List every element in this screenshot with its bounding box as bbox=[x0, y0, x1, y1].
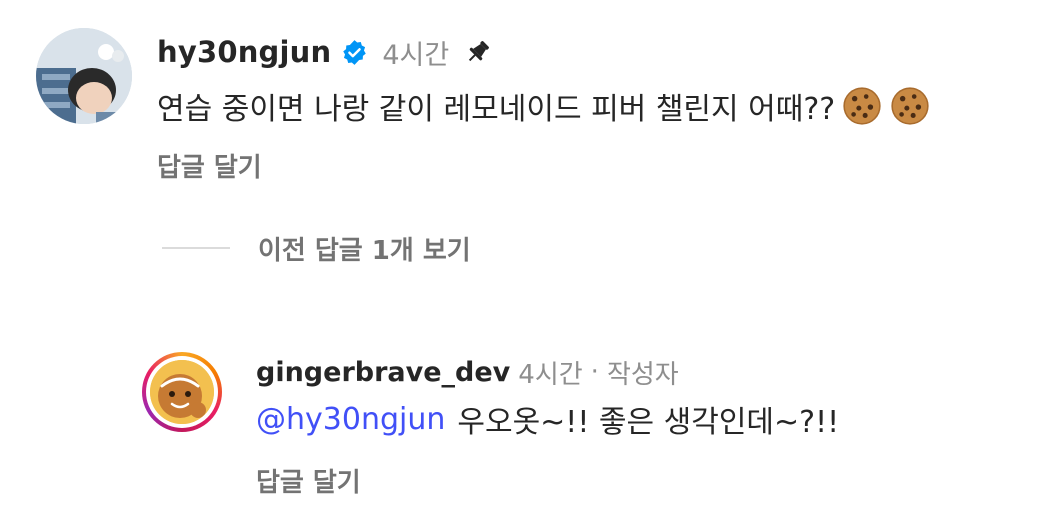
reply-text: @hy30ngjun 우오옷~!! 좋은 생각인데~?!! bbox=[256, 396, 839, 442]
mention-link[interactable]: @hy30ngjun bbox=[256, 402, 445, 437]
reply-body: 우오옷~!! 좋은 생각인데~?!! bbox=[457, 405, 840, 440]
comment-header: hy30ngjun 4시간 bbox=[157, 30, 493, 74]
verified-badge-icon bbox=[341, 39, 368, 66]
author-label: 작성자 bbox=[606, 359, 679, 390]
cookie-icon bbox=[841, 85, 883, 127]
comment-body: 연습 중이면 나랑 같이 레모네이드 피버 챌린지 어때?? bbox=[157, 92, 836, 127]
divider-line bbox=[162, 247, 230, 249]
avatar[interactable] bbox=[36, 28, 132, 124]
username[interactable]: gingerbrave_dev bbox=[256, 357, 510, 388]
avatar-border bbox=[146, 356, 218, 428]
gingerbread-avatar-icon bbox=[150, 360, 214, 424]
separator: · bbox=[590, 357, 599, 387]
reply-header: gingerbrave_dev 4시간 · 작성자 bbox=[256, 352, 679, 392]
avatar-photo bbox=[36, 28, 132, 124]
avatar bbox=[150, 360, 214, 424]
comment-text: 연습 중이면 나랑 같이 레모네이드 피버 챌린지 어때?? bbox=[157, 82, 931, 130]
comment-time: 4시간 bbox=[382, 39, 450, 71]
view-previous-replies-label: 이전 답글 1개 보기 bbox=[258, 235, 471, 266]
username[interactable]: hy30ngjun bbox=[157, 35, 331, 69]
pin-icon bbox=[463, 37, 493, 67]
cookie-icon bbox=[889, 85, 931, 127]
comment-time: 4시간 bbox=[518, 359, 583, 390]
reply-button[interactable]: 답글 달기 bbox=[157, 147, 262, 184]
avatar-story-ring[interactable] bbox=[142, 352, 222, 432]
reply-button[interactable]: 답글 달기 bbox=[256, 462, 361, 499]
view-previous-replies-button[interactable]: 이전 답글 1개 보기 bbox=[162, 228, 471, 268]
